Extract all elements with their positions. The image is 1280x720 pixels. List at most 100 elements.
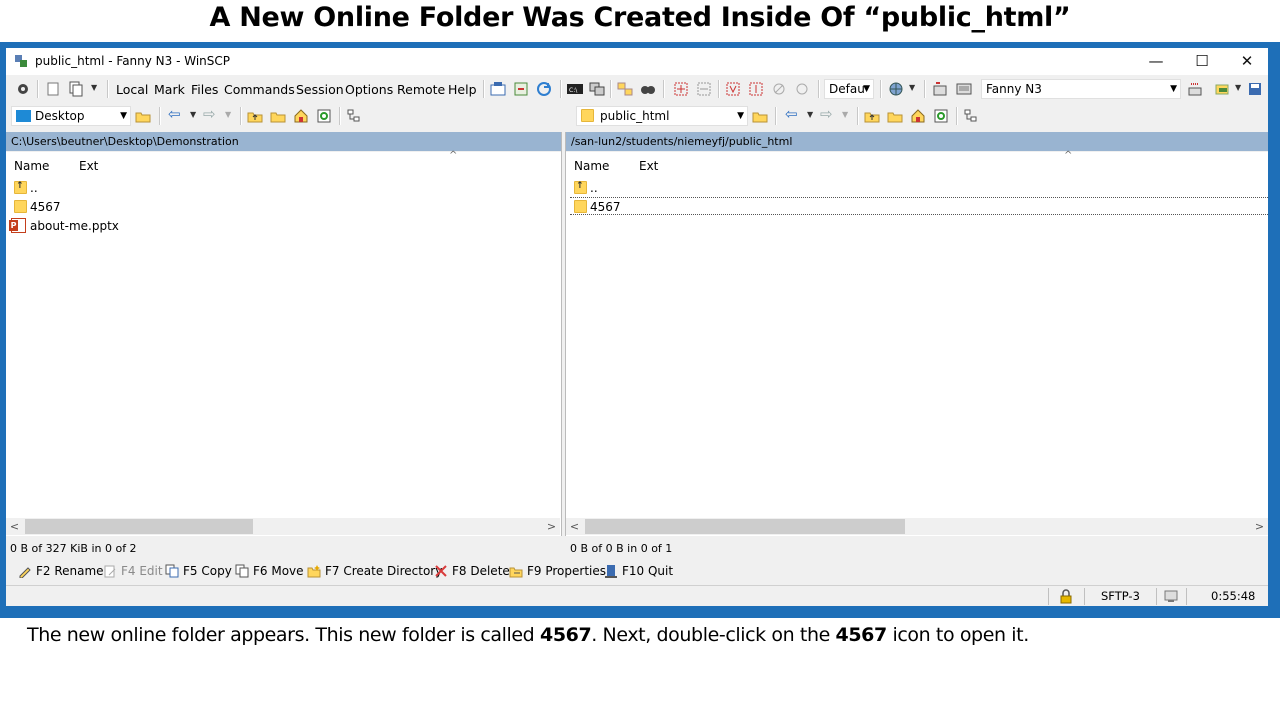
chevron-down-icon[interactable]: ▼: [190, 110, 196, 119]
local-row-about-me[interactable]: about-me.pptx: [9, 217, 565, 235]
save-workspace-icon[interactable]: [1246, 80, 1264, 98]
close-button[interactable]: ✕: [1224, 48, 1270, 75]
menu-help[interactable]: Help: [448, 82, 477, 97]
winscp-window: public_html - Fanny N3 - WinSCP — ☐ ✕ ▼ …: [6, 48, 1268, 606]
globe-icon[interactable]: [887, 80, 905, 98]
local-scroll-thumb[interactable]: [25, 519, 253, 534]
menu-options[interactable]: Options: [345, 82, 393, 97]
new-tab-icon[interactable]: [489, 80, 507, 98]
remote-row-4567[interactable]: 4567: [570, 197, 1268, 215]
f5-copy-button[interactable]: F5 Copy: [165, 564, 232, 578]
select-files-icon[interactable]: [672, 80, 690, 98]
open-directory-icon[interactable]: [134, 107, 152, 125]
chevron-down-icon[interactable]: ▼: [807, 110, 813, 119]
menu-mark[interactable]: Mark: [154, 82, 185, 97]
console-icon[interactable]: C:\: [566, 80, 584, 98]
local-horizontal-scrollbar[interactable]: < >: [6, 518, 560, 535]
preferences-gear-icon[interactable]: [14, 80, 32, 98]
transfer-settings-select[interactable]: Defau ▼: [824, 79, 874, 99]
session-select[interactable]: Fanny N3 ▼: [981, 79, 1181, 99]
chevron-down-icon[interactable]: ▼: [91, 83, 97, 92]
new-session-tab-icon[interactable]: [1186, 80, 1204, 98]
remote-row-updir[interactable]: ↑ ..: [570, 179, 1272, 197]
home-icon[interactable]: [909, 107, 927, 125]
local-path-bar[interactable]: C:\Users\beutner\Desktop\Demonstration: [6, 132, 561, 151]
copy-toolbar-icon[interactable]: [67, 80, 85, 98]
caption-text-3: icon to open it.: [886, 624, 1029, 646]
create-directory-icon: [307, 565, 321, 578]
forward-icon[interactable]: ⇨: [203, 105, 221, 123]
root-directory-icon[interactable]: [269, 107, 287, 125]
putty-icon[interactable]: [588, 80, 606, 98]
open-directory-icon[interactable]: [751, 107, 769, 125]
scroll-right-icon[interactable]: >: [543, 518, 560, 535]
file-name: 4567: [30, 200, 61, 214]
remote-scroll-thumb[interactable]: [585, 519, 905, 534]
maximize-button[interactable]: ☐: [1179, 48, 1225, 75]
back-icon[interactable]: ⇦: [168, 105, 186, 123]
menu-local[interactable]: Local: [116, 82, 148, 97]
new-session-icon[interactable]: [931, 80, 949, 98]
f10-quit-button[interactable]: F10 Quit: [604, 564, 673, 578]
scroll-right-icon[interactable]: >: [1251, 518, 1268, 535]
back-icon[interactable]: ⇦: [785, 105, 803, 123]
updir-icon: ↑: [574, 181, 587, 194]
desktop-icon: [16, 110, 31, 122]
restore-selection-icon[interactable]: [793, 80, 811, 98]
local-drive-select[interactable]: Desktop ▼: [11, 106, 131, 126]
f2-rename-button[interactable]: F2 Rename: [18, 564, 104, 578]
sites-icon[interactable]: [955, 80, 973, 98]
workspace-icon[interactable]: [1214, 80, 1232, 98]
forward-icon[interactable]: ⇨: [820, 105, 838, 123]
tree-view-icon[interactable]: [962, 107, 980, 125]
invert-selection-icon[interactable]: [747, 80, 765, 98]
protocol-indicator: SFTP-3: [1101, 589, 1140, 603]
refresh-icon[interactable]: [315, 107, 333, 125]
local-panel-icon[interactable]: [44, 80, 62, 98]
f7-create-directory-button[interactable]: F7 Create Directory: [307, 564, 442, 578]
menu-session[interactable]: Session: [296, 82, 344, 97]
scroll-left-icon[interactable]: <: [6, 518, 23, 535]
remote-horizontal-scrollbar[interactable]: < >: [566, 518, 1268, 535]
minimize-button[interactable]: —: [1133, 48, 1179, 75]
local-ext-column-header[interactable]: Ext: [79, 159, 98, 173]
tree-view-icon[interactable]: [345, 107, 363, 125]
home-icon[interactable]: [292, 107, 310, 125]
f6-move-button[interactable]: F6 Move: [235, 564, 304, 578]
f4-edit-button[interactable]: F4 Edit: [103, 564, 163, 578]
menu-remote[interactable]: Remote: [397, 82, 445, 97]
folder-icon: [14, 200, 27, 213]
menu-files[interactable]: Files: [191, 82, 218, 97]
remote-directory-select[interactable]: public_html ▼: [576, 106, 748, 126]
rename-icon: [19, 567, 31, 578]
remote-path-bar[interactable]: /san-lun2/students/niemeyfj/public_html: [566, 132, 1268, 151]
remote-ext-column-header[interactable]: Ext: [639, 159, 658, 173]
find-files-icon[interactable]: [639, 80, 657, 98]
refresh-sync-icon[interactable]: [535, 80, 553, 98]
f8-delete-button[interactable]: F8 Delete: [434, 564, 510, 578]
menu-commands[interactable]: Commands: [224, 82, 295, 97]
parent-directory-icon[interactable]: [863, 107, 881, 125]
chevron-down-icon[interactable]: ▼: [909, 83, 915, 92]
refresh-icon[interactable]: [932, 107, 950, 125]
filter-icon[interactable]: [724, 80, 742, 98]
local-file-panel[interactable]: Name Ext ^ ↑ .. 4567 about-me.pptx < >: [6, 150, 561, 536]
chevron-down-icon[interactable]: ▼: [842, 110, 848, 119]
root-directory-icon[interactable]: [886, 107, 904, 125]
local-row-updir[interactable]: ↑ ..: [10, 179, 565, 197]
local-row-4567[interactable]: 4567: [10, 198, 565, 216]
parent-directory-icon[interactable]: [246, 107, 264, 125]
remote-file-panel[interactable]: Name Ext ^ ↑ .. 4567 < >: [566, 150, 1268, 536]
chevron-down-icon[interactable]: ▼: [225, 110, 231, 119]
chevron-down-icon[interactable]: ▼: [1235, 83, 1241, 92]
unselect-files-icon[interactable]: [695, 80, 713, 98]
remote-name-column-header[interactable]: Name: [574, 159, 609, 173]
f9-properties-button[interactable]: F9 Properties: [509, 564, 606, 578]
caption-text-1: The new online folder appears. This new …: [27, 624, 540, 646]
synchronize-icon[interactable]: [616, 80, 634, 98]
scroll-left-icon[interactable]: <: [566, 518, 583, 535]
local-name-column-header[interactable]: Name: [14, 159, 49, 173]
main-toolbar: ▼ Local Mark Files Commands Session Opti…: [6, 77, 1268, 101]
queue-icon[interactable]: [512, 80, 530, 98]
clear-selection-icon[interactable]: [770, 80, 788, 98]
